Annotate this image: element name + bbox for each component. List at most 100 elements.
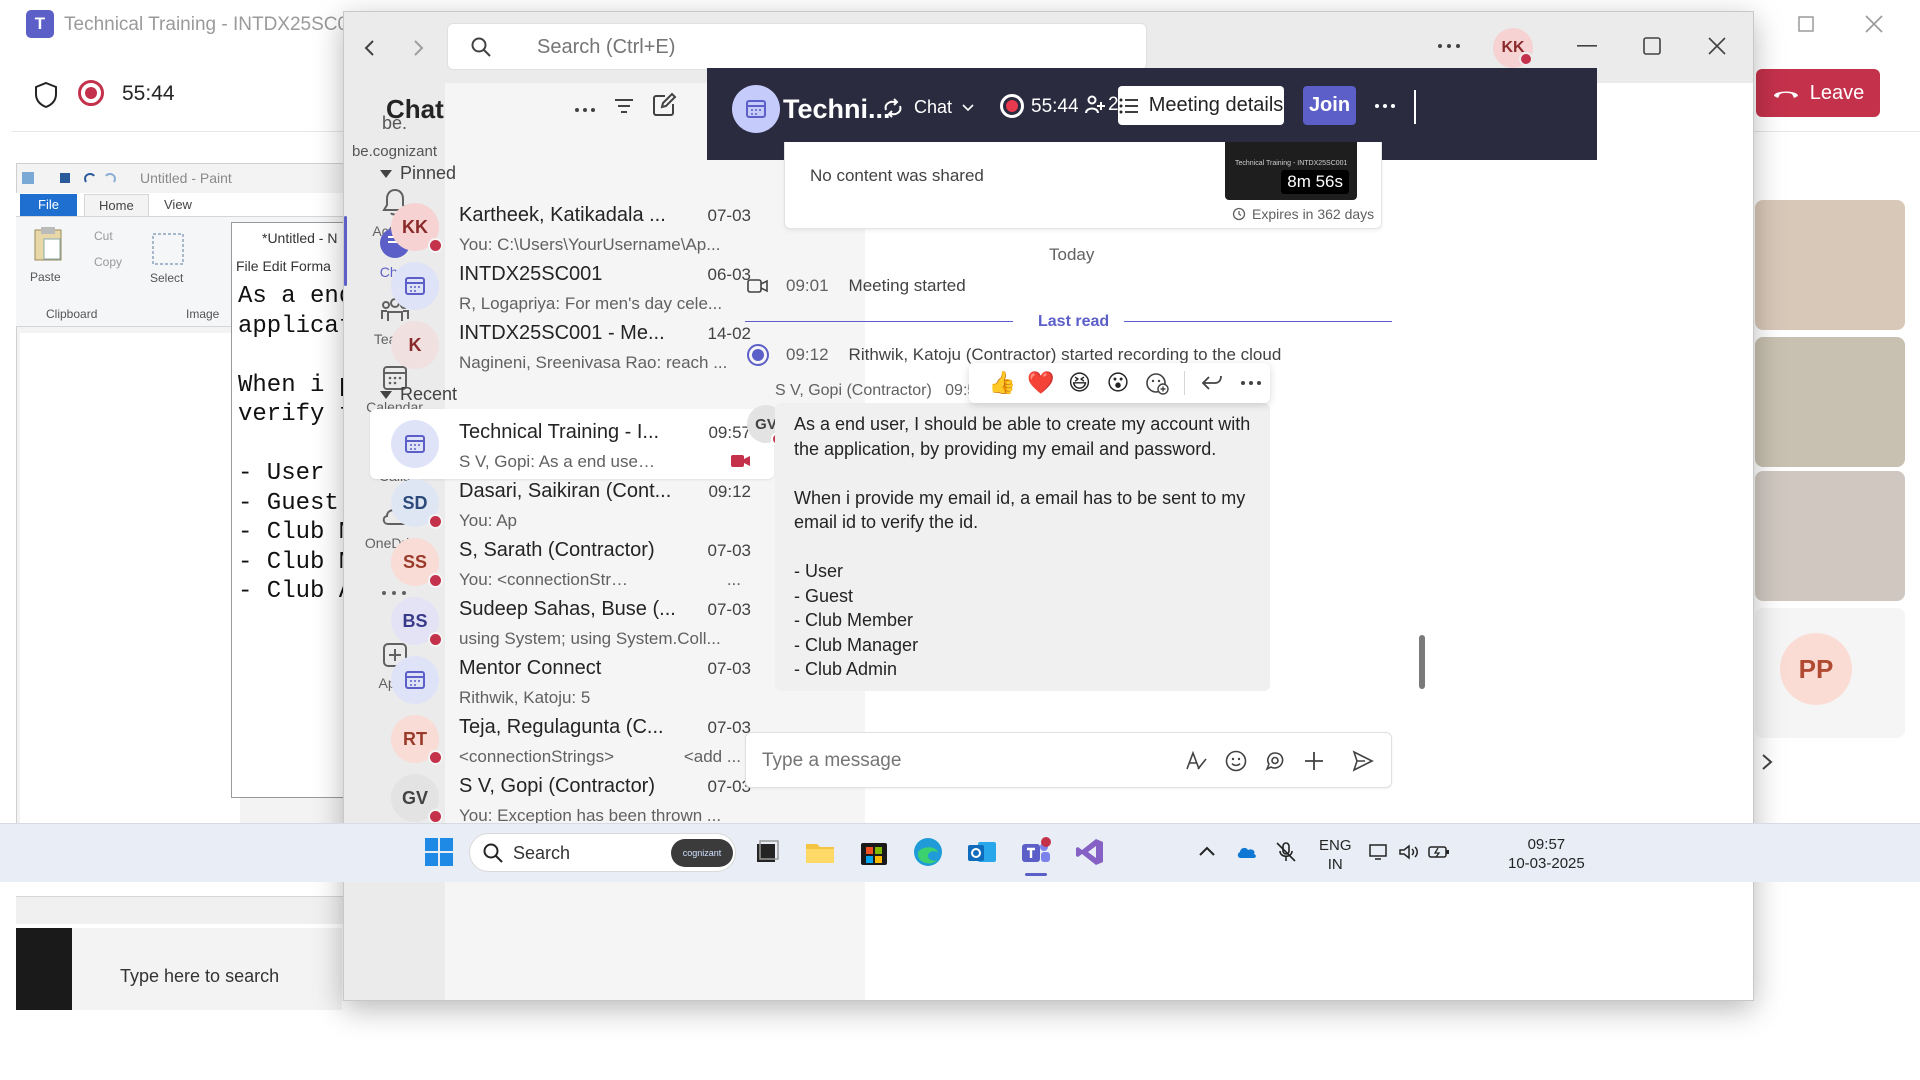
outlook-app[interactable]	[966, 836, 998, 868]
edge-app[interactable]	[912, 836, 944, 868]
chevron-up-icon[interactable]	[1198, 844, 1216, 858]
send-icon[interactable]	[1351, 749, 1375, 773]
search-input[interactable]	[537, 36, 937, 59]
recording-indicator-icon	[78, 80, 104, 106]
background-start-button[interactable]	[16, 928, 72, 1010]
participant-video-tile[interactable]	[1755, 200, 1905, 330]
add-reaction-icon[interactable]	[1137, 368, 1176, 398]
chat-name: Kartheek, Katikadala ...	[459, 204, 666, 226]
paint-tab-file[interactable]: File	[20, 194, 77, 216]
search-icon	[471, 37, 491, 57]
paste-label[interactable]: Paste	[30, 270, 61, 284]
paint-tab-home[interactable]: Home	[84, 194, 149, 216]
copy-label[interactable]: Copy	[94, 255, 122, 269]
recording-icon	[747, 344, 769, 366]
live-meeting-icon	[730, 453, 752, 469]
notepad-menu[interactable]: File Edit Forma	[236, 258, 331, 274]
close-icon[interactable]	[1707, 36, 1727, 56]
more-options-icon[interactable]	[1434, 36, 1464, 56]
emoji-icon[interactable]	[1224, 749, 1248, 773]
leave-label: Leave	[1809, 81, 1865, 104]
volume-icon[interactable]	[1398, 843, 1420, 861]
leave-button[interactable]: Leave	[1756, 69, 1880, 117]
chat-name: Technical Training - I...	[459, 421, 660, 443]
maximize-icon[interactable]	[1642, 36, 1662, 56]
file-explorer-app[interactable]	[804, 836, 836, 868]
presence-status-badge	[428, 809, 443, 824]
chat-avatar: K	[391, 321, 439, 369]
meeting-details-button[interactable]: Meeting details	[1118, 86, 1284, 125]
like-reaction[interactable]: 👍	[983, 368, 1022, 398]
chat-name: Dasari, Saikiran (Cont...	[459, 480, 672, 502]
laugh-reaction[interactable]: 😆	[1060, 368, 1099, 398]
clock[interactable]: 09:57 10-03-2025	[1508, 835, 1585, 873]
chat-name: Mentor Connect	[459, 657, 602, 679]
minimize-icon[interactable]	[1577, 44, 1597, 48]
restore-icon[interactable]	[1796, 14, 1820, 34]
forward-arrow-icon[interactable]	[408, 38, 428, 58]
microphone-muted-icon[interactable]	[1274, 840, 1298, 864]
clock-icon	[1232, 207, 1246, 221]
join-button[interactable]: Join	[1303, 86, 1356, 125]
chat-list-item[interactable]: K INTDX25SC001 - Me... 14-02 Nagineni, Sree…	[370, 310, 774, 380]
event-text: Meeting started	[848, 276, 966, 295]
scrollbar[interactable]	[1419, 635, 1425, 689]
pinned-label: Pinned	[400, 163, 457, 183]
recording-indicator-icon	[1000, 94, 1024, 118]
chat-time: 06-03	[707, 265, 751, 284]
message-input[interactable]	[762, 750, 1142, 772]
chat-tab-dropdown[interactable]: Chat	[882, 97, 974, 118]
back-arrow-icon[interactable]	[360, 38, 380, 58]
paint-tab-view[interactable]: View	[152, 194, 204, 216]
recent-section-header[interactable]: Recent	[380, 384, 457, 405]
notepad-text-area[interactable]: As a end applicat When i p verify t - Us…	[238, 282, 358, 607]
active-app-indicator	[1025, 873, 1047, 876]
cut-label[interactable]: Cut	[94, 229, 113, 243]
filter-icon[interactable]	[612, 94, 636, 118]
recording-expiry: Expires in 362 days	[1232, 206, 1374, 222]
select-label[interactable]: Select	[150, 271, 183, 285]
chevron-right-icon[interactable]	[1758, 752, 1776, 772]
reply-icon[interactable]	[1193, 368, 1232, 398]
close-icon[interactable]	[1862, 12, 1886, 36]
select-icon[interactable]	[150, 231, 186, 267]
participant-video-tile[interactable]	[1755, 337, 1905, 467]
battery-icon[interactable]	[1428, 843, 1450, 861]
visual-studio-app[interactable]	[1074, 836, 1106, 868]
expiry-text: Expires in 362 days	[1252, 206, 1375, 222]
task-view-app[interactable]	[751, 836, 783, 868]
more-options-icon[interactable]	[1373, 101, 1397, 111]
list-icon	[1119, 98, 1138, 113]
loop-icon	[884, 97, 902, 118]
teams-app[interactable]	[1020, 836, 1052, 868]
pinned-section-header[interactable]: Pinned	[380, 163, 456, 184]
chat-preview: Nagineni, Sreenivasa Rao: reach ...	[459, 353, 728, 372]
language-indicator[interactable]: ENG IN	[1319, 836, 1352, 874]
add-icon[interactable]	[1302, 749, 1326, 773]
event-time: 09:01	[786, 276, 829, 295]
shield-icon[interactable]	[33, 81, 59, 109]
participant-video-tile[interactable]	[1755, 471, 1905, 601]
recording-thumbnail[interactable]: Technical Training - INTDX25SC001 8m 56s	[1225, 142, 1357, 200]
microsoft-store-app[interactable]	[858, 836, 890, 868]
heart-reaction[interactable]: ❤️	[1022, 368, 1061, 398]
network-icon[interactable]	[1368, 843, 1390, 861]
loop-component-icon[interactable]	[1263, 749, 1287, 773]
onedrive-icon[interactable]	[1236, 845, 1258, 859]
group-chat-icon	[391, 420, 439, 468]
more-options-icon[interactable]	[573, 104, 597, 116]
chat-name: S V, Gopi (Contractor)	[459, 775, 656, 797]
region-code: IN	[1327, 856, 1343, 873]
paste-icon[interactable]	[32, 225, 64, 263]
chat-name: Sudeep Sahas, Buse (...	[459, 598, 676, 620]
chat-time: 07-03	[707, 659, 751, 678]
cognizant-badge[interactable]: cognizant	[671, 839, 733, 867]
new-chat-icon[interactable]	[651, 92, 677, 118]
surprised-reaction[interactable]: 😮	[1099, 368, 1138, 398]
format-icon[interactable]	[1184, 749, 1208, 773]
paint-quick-access-toolbar[interactable]	[20, 170, 130, 186]
more-options-icon[interactable]	[1231, 368, 1270, 398]
paint-canvas[interactable]	[20, 333, 240, 853]
participants-button[interactable]: 2	[1084, 94, 1119, 116]
windows-start-icon[interactable]	[424, 837, 454, 867]
